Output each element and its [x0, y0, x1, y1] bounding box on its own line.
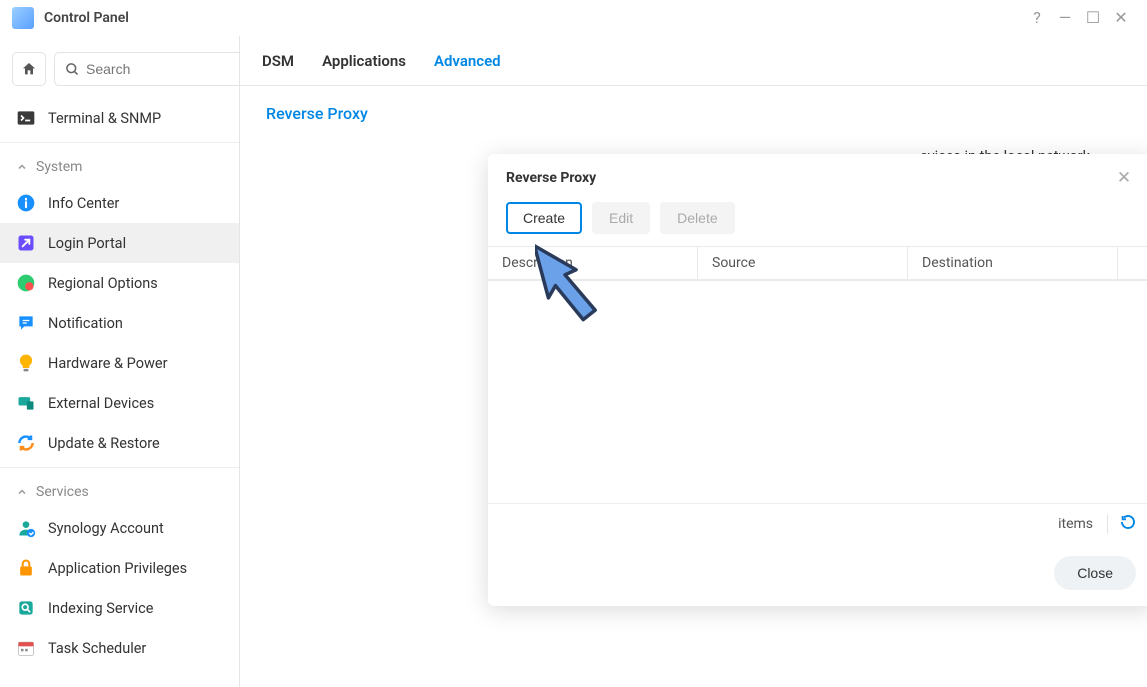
sidebar-item-label: Terminal & SNMP — [48, 110, 161, 127]
home-button[interactable] — [12, 52, 46, 86]
dialog-table: Description Source Destination — [488, 246, 1147, 281]
refresh-icon — [1120, 514, 1136, 530]
window-titlebar: Control Panel ? — ☐ ✕ — [0, 0, 1147, 36]
reverse-proxy-dialog: Reverse Proxy ✕ Create Edit Delete Descr… — [488, 154, 1147, 606]
close-button[interactable]: Close — [1054, 556, 1136, 590]
chevron-up-icon — [16, 161, 28, 173]
section-title: Services — [36, 484, 89, 500]
sidebar-item-update-restore[interactable]: Update & Restore — [0, 423, 239, 463]
sync-icon — [16, 433, 36, 453]
dialog-table-body — [488, 281, 1147, 503]
info-icon — [16, 193, 36, 213]
maximize-button[interactable]: ☐ — [1079, 4, 1107, 32]
sidebar-item-label: External Devices — [48, 395, 154, 412]
app-icon — [12, 7, 34, 29]
window-title: Control Panel — [44, 10, 129, 26]
indexing-icon — [16, 598, 36, 618]
search-input[interactable] — [86, 61, 240, 77]
tab-advanced[interactable]: Advanced — [434, 38, 501, 84]
divider — [0, 142, 239, 143]
minimize-button[interactable]: — — [1051, 4, 1079, 32]
sidebar-item-task-scheduler[interactable]: Task Scheduler — [0, 628, 239, 668]
sidebar: Terminal & SNMP System Info Center Login… — [0, 36, 240, 687]
calendar-icon — [16, 638, 36, 658]
column-header-destination[interactable]: Destination — [908, 247, 1118, 280]
divider — [0, 467, 239, 468]
sidebar-item-indexing-service[interactable]: Indexing Service — [0, 588, 239, 628]
sidebar-section-system[interactable]: System — [0, 147, 239, 183]
create-button[interactable]: Create — [506, 202, 582, 234]
edit-button: Edit — [592, 202, 650, 234]
terminal-icon — [16, 108, 36, 128]
sidebar-item-label: Notification — [48, 315, 123, 332]
items-count-label: items — [1058, 516, 1093, 532]
sidebar-item-label: Application Privileges — [48, 560, 187, 577]
tab-dsm[interactable]: DSM — [262, 38, 294, 84]
column-header-spacer — [1118, 247, 1147, 280]
delete-button: Delete — [660, 202, 734, 234]
devices-icon — [16, 393, 36, 413]
sidebar-item-synology-account[interactable]: Synology Account — [0, 508, 239, 548]
sidebar-item-external-devices[interactable]: External Devices — [0, 383, 239, 423]
sidebar-item-info-center[interactable]: Info Center — [0, 183, 239, 223]
sidebar-item-application-privileges[interactable]: Application Privileges — [0, 548, 239, 588]
search-icon — [65, 62, 80, 77]
home-icon — [21, 61, 37, 77]
sidebar-item-terminal-snmp[interactable]: Terminal & SNMP — [0, 98, 239, 138]
sidebar-item-label: Info Center — [48, 195, 119, 212]
sidebar-item-label: Indexing Service — [48, 600, 153, 617]
column-header-description[interactable]: Description — [488, 247, 698, 280]
chevron-up-icon — [16, 486, 28, 498]
close-window-button[interactable]: ✕ — [1107, 4, 1135, 32]
sidebar-item-label: Hardware & Power — [48, 355, 167, 372]
refresh-button[interactable] — [1107, 514, 1136, 534]
dialog-close-button[interactable]: ✕ — [1112, 168, 1136, 188]
sidebar-item-hardware-power[interactable]: Hardware & Power — [0, 343, 239, 383]
account-icon — [16, 518, 36, 538]
content-area: DSM Applications Advanced Reverse Proxy … — [240, 36, 1147, 687]
tab-applications[interactable]: Applications — [322, 38, 406, 84]
sidebar-item-label: Task Scheduler — [48, 640, 146, 657]
globe-icon — [16, 273, 36, 293]
section-title-reverse-proxy: Reverse Proxy — [266, 104, 1121, 123]
sidebar-item-label: Synology Account — [48, 520, 164, 537]
lock-icon — [16, 558, 36, 578]
bulb-icon — [16, 353, 36, 373]
search-box[interactable] — [54, 52, 240, 86]
sidebar-item-label: Update & Restore — [48, 435, 160, 452]
dialog-status-bar: items — [488, 503, 1147, 544]
sidebar-item-regional-options[interactable]: Regional Options — [0, 263, 239, 303]
column-header-source[interactable]: Source — [698, 247, 908, 280]
sidebar-item-login-portal[interactable]: Login Portal — [0, 223, 239, 263]
login-portal-icon — [16, 233, 36, 253]
sidebar-item-label: Login Portal — [48, 235, 126, 252]
help-button[interactable]: ? — [1023, 4, 1051, 32]
sidebar-item-notification[interactable]: Notification — [0, 303, 239, 343]
section-title: System — [36, 159, 82, 175]
dialog-title: Reverse Proxy — [506, 170, 1112, 186]
tab-bar: DSM Applications Advanced — [240, 36, 1147, 86]
sidebar-section-services[interactable]: Services — [0, 472, 239, 508]
chat-icon — [16, 313, 36, 333]
sidebar-item-label: Regional Options — [48, 275, 158, 292]
